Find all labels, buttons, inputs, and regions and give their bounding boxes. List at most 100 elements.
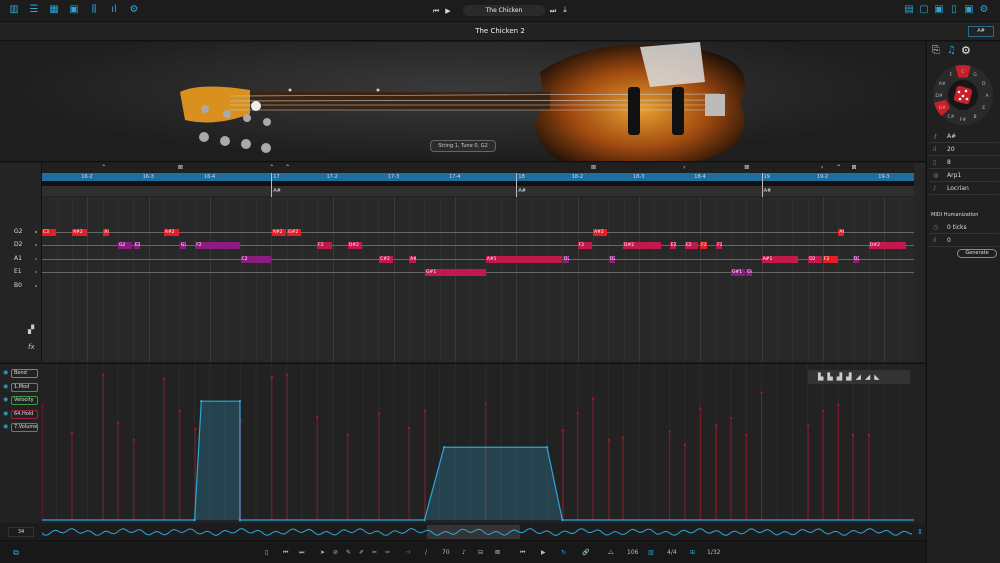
grid-icon[interactable]: ⊞	[690, 549, 695, 556]
velocity-dot[interactable]	[102, 373, 105, 376]
velocity-dot[interactable]	[607, 438, 611, 442]
metronome-icon[interactable]: ⧍	[608, 549, 614, 557]
marker-icon[interactable]: ⌃	[836, 164, 841, 171]
time-signature-field[interactable]: 4/4	[667, 549, 677, 556]
velocity-dot[interactable]	[270, 375, 274, 379]
note[interactable]: E2	[669, 242, 677, 249]
note[interactable]: G#	[746, 269, 753, 276]
note[interactable]: A4	[103, 229, 110, 236]
automation-point[interactable]	[238, 518, 242, 522]
wheel-note[interactable]: C	[961, 69, 964, 75]
settings-tab-icon[interactable]: ⚙	[961, 44, 971, 57]
lane-label[interactable]: Bend	[11, 369, 38, 378]
snap-icon[interactable]: ⊣	[405, 549, 410, 556]
marker-icon[interactable]: ⊠	[852, 164, 857, 171]
note[interactable]: D2	[852, 256, 860, 263]
note[interactable]: F2	[195, 242, 240, 249]
setting-row[interactable]: ⚷ A#	[929, 131, 999, 143]
note[interactable]: D2	[808, 256, 823, 263]
velocity-dot[interactable]	[42, 403, 44, 407]
erase-icon[interactable]: ⊘	[333, 549, 338, 556]
note[interactable]: A#	[409, 256, 416, 263]
meter-icon[interactable]: ▥	[648, 549, 654, 556]
note[interactable]: F2	[577, 242, 592, 249]
list-icon[interactable]: ☰	[28, 5, 40, 15]
velocity-dot[interactable]	[407, 426, 411, 430]
device-icon[interactable]: ▣	[68, 5, 80, 15]
note[interactable]: G#2	[287, 229, 301, 236]
zoom-field[interactable]: 34	[8, 527, 34, 537]
brush-icon[interactable]: ✐	[359, 549, 364, 556]
lane-label[interactable]: 1.Mod	[11, 382, 38, 392]
rewind-icon[interactable]: ⏮	[520, 549, 525, 557]
wheel-note[interactable]: E	[982, 105, 985, 111]
velocity-dot[interactable]	[132, 438, 136, 442]
note[interactable]: D2	[608, 256, 616, 263]
expand-icon[interactable]: ⇕	[914, 527, 926, 537]
velocity-dot[interactable]	[561, 429, 565, 432]
automation-point[interactable]	[545, 446, 549, 449]
generate-button[interactable]: Generate	[957, 249, 997, 258]
key-button[interactable]: A#	[968, 26, 994, 37]
marker-icon[interactable]: ›	[683, 164, 685, 171]
note[interactable]: A#1	[485, 256, 562, 263]
timeline-ruler[interactable]: 16-2 16-3 16-4 17 17-2 17-3 17-4 18 18-2 18-3 18-4…	[42, 173, 914, 181]
velocity-dot[interactable]	[116, 421, 120, 425]
wheel-note[interactable]: D	[982, 81, 986, 87]
panel-icon[interactable]: ▣	[933, 5, 945, 15]
automation-point[interactable]	[238, 399, 242, 403]
note[interactable]: G2	[179, 242, 186, 249]
layout-icon[interactable]: ▤	[903, 5, 915, 15]
note[interactable]: D#2	[347, 242, 362, 249]
velocity-dot[interactable]	[70, 431, 74, 434]
marker-icon[interactable]: ⊠	[591, 164, 596, 171]
fx-icon[interactable]: fx	[28, 343, 35, 351]
chord-track[interactable]: A# A# A#	[42, 186, 914, 197]
velocity-row[interactable]: ıl 0	[929, 235, 999, 247]
note[interactable]: F2	[317, 242, 333, 249]
gear-icon[interactable]: ⚙	[128, 5, 140, 15]
chord-label[interactable]: A#	[273, 188, 281, 194]
marker-icon[interactable]: ⌃	[101, 164, 106, 171]
wheel-note[interactable]: G	[973, 72, 977, 78]
line-icon[interactable]: /	[425, 549, 427, 556]
velocity-dot[interactable]	[346, 433, 350, 437]
note[interactable]: E2	[133, 242, 140, 249]
note[interactable]: E2	[684, 242, 699, 249]
timing-row[interactable]: ◷ 0 ticks	[929, 222, 999, 234]
note[interactable]: F2	[822, 256, 839, 263]
velocity-dot[interactable]	[621, 436, 625, 439]
value-field[interactable]: 70	[442, 549, 450, 556]
chord-label[interactable]: A#	[764, 188, 772, 194]
wheel-note[interactable]: F	[950, 72, 953, 78]
velocity-dot[interactable]	[821, 409, 825, 413]
velocity-dot[interactable]	[683, 443, 687, 447]
quantize-icon[interactable]: ⊟	[478, 549, 483, 556]
note[interactable]: D#2	[868, 242, 906, 249]
marker-icon[interactable]: ⊠	[178, 164, 183, 171]
note[interactable]: A#1	[761, 256, 799, 263]
note[interactable]: D#2	[623, 242, 662, 249]
velocity-dot[interactable]	[715, 424, 718, 427]
visibility-icon[interactable]: ◉	[3, 369, 8, 376]
velocity-dot[interactable]	[729, 416, 733, 420]
velocity-dot[interactable]	[851, 433, 855, 437]
tune-icon[interactable]: ♪	[462, 549, 466, 556]
scissors-icon[interactable]: ✂	[372, 549, 377, 556]
automation-point[interactable]	[200, 399, 203, 403]
copy-icon[interactable]: ⧉	[10, 548, 22, 558]
pencil-icon[interactable]: ✎	[346, 549, 351, 556]
wheel-note[interactable]: C#	[948, 114, 955, 120]
panel-icon[interactable]: ▣	[963, 5, 975, 15]
link-icon[interactable]: 🔗	[582, 549, 589, 556]
setting-row[interactable]: ıl 20	[929, 144, 999, 156]
chord-tool-icon[interactable]: ▞	[28, 325, 34, 334]
velocity-dot[interactable]	[162, 378, 166, 381]
note[interactable]: A#2	[593, 229, 608, 236]
velocity-dot[interactable]	[178, 409, 182, 413]
curve-shape-toolbar[interactable]: ▙▙▟▟◢◢◣	[808, 370, 910, 384]
loop-icon[interactable]: ↻	[561, 549, 566, 556]
velocity-dot[interactable]	[760, 391, 763, 394]
note[interactable]: D2	[562, 256, 570, 263]
setting-row[interactable]: ◍ Arp1	[929, 170, 999, 182]
